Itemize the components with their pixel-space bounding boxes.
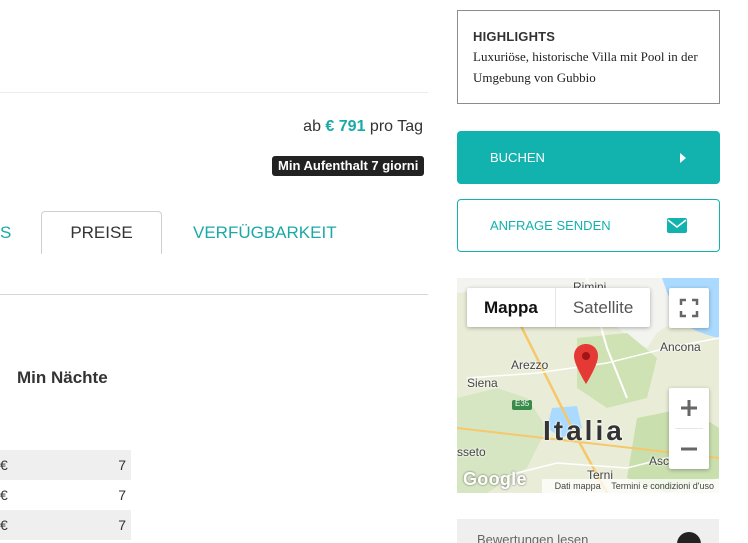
tab-preise[interactable]: PREISE bbox=[41, 211, 162, 254]
book-button-label: BUCHEN bbox=[490, 150, 545, 165]
play-arrow-icon bbox=[680, 153, 686, 163]
price-cell: € bbox=[0, 457, 8, 473]
envelope-icon bbox=[667, 218, 687, 233]
map-road-label: E35 bbox=[515, 399, 530, 408]
price-prefix: ab bbox=[303, 118, 321, 135]
price-suffix: pro Tag bbox=[369, 118, 423, 135]
send-inquiry-button[interactable]: ANFRAGE SENDEN bbox=[457, 199, 720, 252]
table-row: € 7 bbox=[0, 450, 131, 480]
zoom-control bbox=[669, 388, 709, 469]
highlights-title: HIGHLIGHTS bbox=[473, 29, 556, 44]
price-per-day: ab € 791 pro Tag bbox=[303, 118, 423, 136]
table-row: € 7 bbox=[0, 480, 131, 510]
map-pin-icon[interactable] bbox=[574, 344, 598, 384]
table-row: € 7 bbox=[0, 510, 131, 540]
map-footer: Dati mappa Termini e condizioni d'uso bbox=[541, 479, 719, 493]
fullscreen-icon bbox=[679, 298, 699, 318]
price-amount: € 791 bbox=[325, 118, 366, 135]
map-place-italia: Italia bbox=[543, 415, 625, 446]
map-data-link[interactable]: Dati mappa bbox=[555, 481, 601, 491]
min-nights-cell: 7 bbox=[118, 457, 126, 473]
price-cell: € bbox=[0, 487, 8, 503]
zoom-out-icon bbox=[681, 447, 697, 451]
map-place-asc: Asc bbox=[649, 454, 670, 468]
highlights-box: HIGHLIGHTS Luxuriöse, historische Villa … bbox=[457, 10, 720, 104]
map-type-satellite-button[interactable]: Satellite bbox=[556, 288, 650, 327]
map-place-siena: Siena bbox=[467, 376, 498, 390]
zoom-out-button[interactable] bbox=[669, 429, 709, 469]
send-inquiry-label: ANFRAGE SENDEN bbox=[490, 218, 611, 233]
google-logo: Google bbox=[463, 469, 527, 489]
map-terms-link[interactable]: Termini e condizioni d'uso bbox=[611, 481, 714, 491]
read-reviews-label: Bewertungen lesen bbox=[477, 532, 589, 543]
book-button[interactable]: BUCHEN bbox=[457, 131, 720, 184]
highlights-text: Luxuriöse, historische Villa mit Pool in… bbox=[473, 49, 698, 85]
read-reviews-button[interactable]: Bewertungen lesen bbox=[457, 519, 719, 543]
fullscreen-button[interactable] bbox=[669, 288, 709, 328]
min-nights-column-header: Min Nächte bbox=[17, 368, 108, 387]
reviews-icon bbox=[677, 532, 701, 543]
map-type-control: Mappa Satellite bbox=[467, 288, 651, 327]
tab-previous[interactable]: S bbox=[0, 212, 11, 254]
tab-verfuegbarkeit[interactable]: VERFÜGBARKEIT bbox=[193, 212, 337, 254]
min-stay-badge: Min Aufenthalt 7 giorni bbox=[272, 156, 425, 176]
map-type-mappa-button[interactable]: Mappa bbox=[467, 288, 556, 327]
price-cell: € bbox=[0, 517, 8, 533]
map-place-ancona: Ancona bbox=[660, 340, 701, 354]
location-map[interactable]: Rimini Ancona Arezzo Siena Italia sseto … bbox=[457, 278, 719, 493]
tab-divider bbox=[0, 294, 428, 295]
zoom-in-icon bbox=[681, 400, 697, 416]
min-nights-cell: 7 bbox=[118, 517, 126, 533]
top-divider bbox=[0, 92, 428, 93]
map-place-sseto: sseto bbox=[457, 445, 486, 459]
min-nights-cell: 7 bbox=[118, 487, 126, 503]
zoom-in-button[interactable] bbox=[669, 388, 709, 428]
map-place-arezzo: Arezzo bbox=[511, 358, 549, 372]
